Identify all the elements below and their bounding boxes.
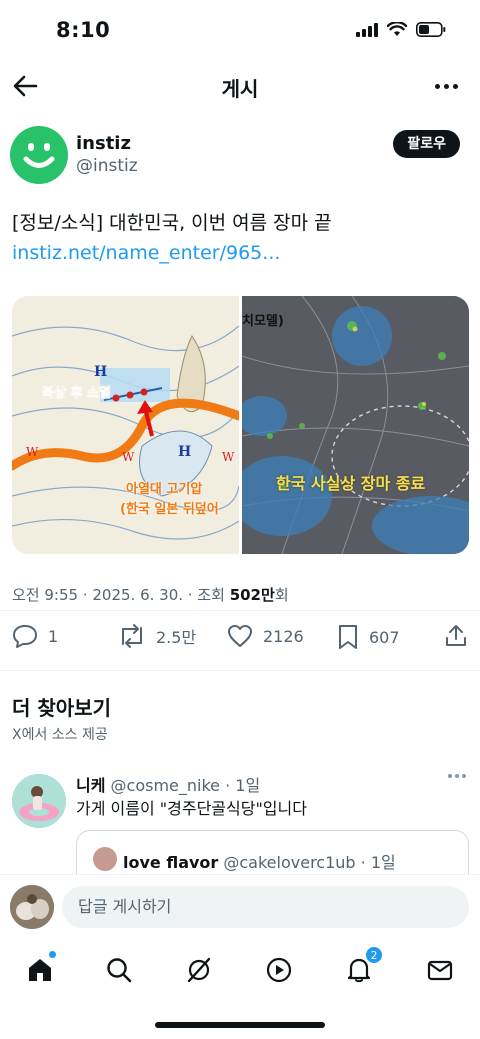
tab-video[interactable]: [261, 952, 297, 988]
reply-input[interactable]: 답글 게시하기: [62, 886, 469, 928]
post-meta: 오전 9:55 · 2025. 6. 30. · 조회 502만회: [12, 584, 289, 605]
signal-icon: [356, 22, 378, 37]
more-dot: [455, 774, 459, 778]
user-avatar[interactable]: [10, 885, 54, 929]
tab-messages[interactable]: [422, 952, 458, 988]
bottom-tab-bar: 2: [0, 944, 480, 994]
bookmark-count: 607: [369, 627, 400, 647]
more-dot: [462, 774, 466, 778]
view-count: 502만: [229, 586, 275, 604]
radar-map-graphic: [242, 296, 469, 554]
quote-avatar: [93, 847, 117, 871]
discover-title: 더 찾아보기: [12, 696, 111, 720]
author-handle[interactable]: @instiz: [76, 156, 138, 176]
quote-author-handle: @cakeloverc1ub · 1일: [218, 853, 396, 872]
tab-home[interactable]: [22, 951, 58, 988]
chart-label-north: 북상 후 소멸: [42, 386, 111, 401]
repost-count: 2.5만: [156, 628, 197, 647]
more-dot: [443, 83, 449, 89]
reply-avatar[interactable]: [12, 774, 66, 828]
comment-icon: [13, 625, 37, 648]
more-dot: [452, 83, 458, 89]
status-time: 8:10: [56, 18, 111, 42]
share-button[interactable]: [444, 624, 468, 648]
user-avatar-image: [10, 885, 54, 929]
reply-author[interactable]: 니케 @cosme_nike · 1일: [76, 772, 260, 796]
page-title: 게시: [221, 77, 259, 101]
discover-subtitle: X에서 소스 제공: [12, 727, 108, 743]
quote-author-name: love flavor: [123, 853, 219, 872]
like-count: 2126: [263, 626, 304, 646]
status-bar: 8:10: [0, 0, 480, 64]
play-circle-icon: [266, 957, 292, 983]
notification-badge: 2: [365, 946, 383, 964]
post-timestamp: 오전 9:55 · 2025. 6. 30. · 조회: [12, 586, 230, 604]
radar-map-image[interactable]: 치모델) 한국 사실상 장마 종료: [242, 296, 469, 554]
repost-icon: [122, 624, 142, 648]
weather-chart-image[interactable]: H H W W W 북상 후 소멸 아열대 고기압 (한국 일본 뒤덮어: [12, 296, 239, 554]
divider: [0, 610, 480, 611]
heart-icon: [228, 625, 252, 647]
map-label-model: 치모델): [242, 314, 284, 329]
repost-button[interactable]: 2.5만: [118, 624, 196, 648]
bookmark-button[interactable]: 607: [337, 624, 400, 650]
post-author: instiz @instiz 팔로우: [10, 126, 470, 186]
like-button[interactable]: 2126: [227, 624, 304, 648]
author-avatar[interactable]: [10, 126, 68, 184]
status-icons: [356, 22, 446, 37]
divider: [0, 670, 480, 671]
post-link[interactable]: instiz.net/name_enter/965...: [12, 242, 280, 264]
post-text: [정보/소식] 대한민국, 이번 여름 장마 끝 instiz.net/name…: [12, 208, 468, 268]
svg-text:W: W: [26, 445, 39, 459]
svg-text:W: W: [122, 450, 135, 464]
map-label-rainy-season-end: 한국 사실상 장마 종료: [276, 474, 426, 493]
chart-label-korea-japan: (한국 일본 뒤덮어: [120, 502, 219, 517]
battery-icon: [416, 22, 446, 37]
post-body: [정보/소식] 대한민국, 이번 여름 장마 끝: [12, 212, 332, 234]
chart-label-high-pressure: 아열대 고기압: [126, 482, 203, 497]
svg-text:W: W: [222, 450, 235, 464]
nav-bar: 게시: [0, 64, 480, 108]
bookmark-icon: [339, 625, 357, 649]
reply-count: 1: [48, 626, 59, 646]
tab-grok[interactable]: [181, 952, 217, 988]
follow-button[interactable]: 팔로우: [393, 130, 460, 158]
quote-author: love flavor @cakeloverc1ub · 1일: [123, 849, 396, 873]
author-name[interactable]: instiz: [76, 133, 131, 154]
reply-avatar-image: [12, 774, 66, 828]
share-icon: [446, 625, 466, 646]
search-icon: [107, 958, 132, 983]
smiley-logo-icon: [23, 143, 55, 168]
grok-icon: [187, 957, 211, 983]
svg-text:H: H: [94, 364, 107, 380]
post-media[interactable]: H H W W W 북상 후 소멸 아열대 고기압 (한국 일본 뒤덮어 치모델…: [12, 296, 469, 554]
tab-search[interactable]: [101, 952, 137, 988]
more-dot: [448, 774, 452, 778]
home-icon: [29, 959, 51, 981]
mail-icon: [427, 960, 453, 981]
reply-button[interactable]: 1: [12, 624, 58, 648]
svg-text:H: H: [178, 444, 191, 460]
post-actions: 1 2.5만 2126 607: [0, 620, 480, 656]
more-options-button[interactable]: [430, 70, 462, 102]
tab-notifications[interactable]: 2: [341, 946, 383, 988]
reply-more-button[interactable]: [448, 774, 466, 778]
home-indicator: [155, 1022, 325, 1028]
reply-author-handle: @cosme_nike · 1일: [105, 776, 261, 795]
wifi-icon: [387, 22, 407, 36]
more-dot: [434, 83, 440, 89]
reply-author-name: 니케: [76, 776, 106, 795]
view-suffix: 회: [274, 586, 289, 604]
reply-compose-bar: 답글 게시하기: [0, 874, 480, 944]
reply-text: 가게 이름이 "경주단골식당"입니다: [76, 799, 307, 818]
home-unread-dot: [49, 951, 56, 958]
